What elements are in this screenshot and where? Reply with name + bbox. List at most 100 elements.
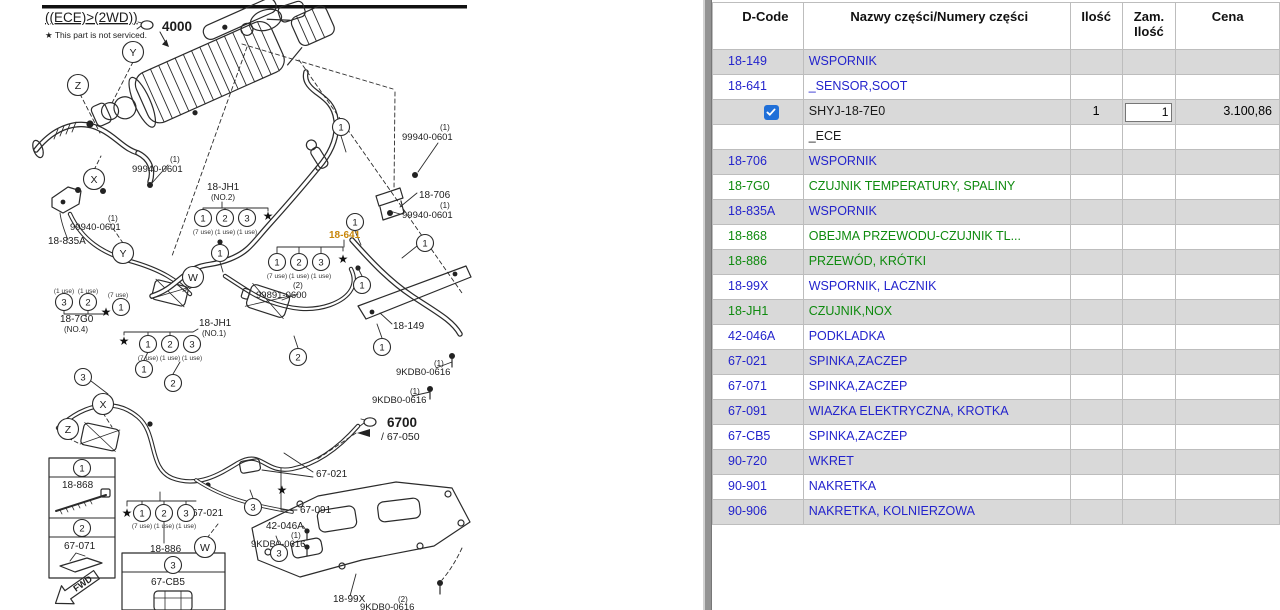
part-name-cell[interactable]: WIAZKA ELEKTRYCZNA, KROTKA — [804, 400, 1071, 425]
part-name-cell[interactable]: SPINKA,ZACZEP — [804, 425, 1071, 450]
diagram-part-label[interactable]: 18-868 — [62, 480, 94, 491]
number-callout: 3 — [250, 502, 255, 513]
part-name-cell[interactable]: WSPORNIK — [804, 50, 1071, 75]
dcode-link[interactable]: 18-886 — [728, 254, 767, 268]
part-name[interactable]: WIAZKA ELEKTRYCZNA, KROTKA — [809, 404, 1009, 418]
part-name-cell[interactable]: WSPORNIK, LACZNIK — [804, 275, 1071, 300]
number-callout: 2 — [167, 339, 172, 350]
part-name[interactable]: CZUJNIK TEMPERATURY, SPALINY — [809, 179, 1016, 193]
diagram-part-label[interactable]: 99940-0601 — [70, 222, 121, 233]
diagram-part-label[interactable]: 67-091 — [300, 505, 332, 516]
part-name-cell[interactable]: NAKRETKA, KOLNIERZOWA — [804, 500, 1071, 525]
part-name-cell[interactable]: PRZEWÓD, KRÓTKI — [804, 250, 1071, 275]
letter-callout: Y — [119, 248, 126, 260]
header-price: Cena — [1176, 3, 1280, 50]
order-qty-cell — [1123, 475, 1177, 500]
diagram-part-label[interactable]: 18-JH1 — [199, 318, 232, 329]
part-name-cell[interactable]: WSPORNIK — [804, 150, 1071, 175]
panel-divider[interactable] — [703, 0, 712, 610]
order-qty-cell — [1123, 250, 1177, 275]
diagram-note: (NO.1) — [202, 329, 226, 338]
diagram-part-label[interactable]: 18-JH1 — [207, 182, 240, 193]
diagram-part-label[interactable]: 99891-0600 — [256, 290, 307, 301]
dcode-link[interactable]: 18-149 — [728, 54, 767, 68]
part-name[interactable]: WSPORNIK — [809, 54, 877, 68]
dcode-link[interactable]: 18-706 — [728, 154, 767, 168]
dcode-link[interactable]: 90-720 — [728, 454, 767, 468]
part-name[interactable]: PODKLADKA — [809, 329, 885, 343]
diagram-artwork — [31, 0, 471, 610]
use-count-label: (1 use) — [160, 355, 180, 362]
diagram-part-label[interactable]: 99940-0601 — [132, 164, 183, 175]
dcode-link[interactable]: 67-CB5 — [728, 429, 770, 443]
diagram-part-label[interactable]: 9KDB0-0616 — [360, 602, 414, 610]
price-cell — [1176, 250, 1280, 275]
parts-table-body: 18-149WSPORNIK18-641_SENSOR,SOOTSHYJ-18-… — [713, 50, 1280, 525]
part-name[interactable]: SPINKA,ZACZEP — [809, 379, 908, 393]
dcode-link[interactable]: 90-901 — [728, 479, 767, 493]
dcode-cell: 90-901 — [713, 475, 804, 500]
order-qty-input[interactable] — [1125, 103, 1172, 122]
part-name-cell[interactable]: NAKRETKA — [804, 475, 1071, 500]
dcode-link[interactable]: 18-868 — [728, 229, 767, 243]
part-name-cell[interactable]: PODKLADKA — [804, 325, 1071, 350]
part-name[interactable]: PRZEWÓD, KRÓTKI — [809, 254, 926, 268]
diagram-part-label[interactable]: 67-071 — [64, 541, 96, 552]
part-name[interactable]: SPINKA,ZACZEP — [809, 429, 908, 443]
diagram-part-label[interactable]: 18-7G0 — [60, 314, 94, 325]
number-callout: 2 — [161, 508, 166, 519]
part-name[interactable]: OBEJMA PRZEWODU-CZUJNIK TL... — [809, 229, 1021, 243]
part-name-cell[interactable]: WSPORNIK — [804, 200, 1071, 225]
part-name-cell[interactable]: OBEJMA PRZEWODU-CZUJNIK TL... — [804, 225, 1071, 250]
part-name-cell[interactable]: SPINKA,ZACZEP — [804, 375, 1071, 400]
qty-value: 1 — [1093, 104, 1100, 118]
diagram-part-label[interactable]: 67-021 — [316, 469, 348, 480]
part-name[interactable]: CZUJNIK,NOX — [809, 304, 892, 318]
dcode-link[interactable]: 18-7G0 — [728, 179, 770, 193]
dcode-link[interactable]: 18-99X — [728, 279, 768, 293]
dcode-link[interactable]: 67-091 — [728, 404, 767, 418]
table-row: 18-886 PRZEWÓD, KRÓTKI — [713, 250, 1280, 275]
dcode-link[interactable]: 18-JH1 — [728, 304, 768, 318]
dcode-link[interactable]: 18-835A — [728, 204, 775, 218]
part-name-cell[interactable]: SPINKA,ZACZEP — [804, 350, 1071, 375]
part-name[interactable]: WSPORNIK, LACZNIK — [809, 279, 937, 293]
part-name-cell[interactable]: WKRET — [804, 450, 1071, 475]
part-name[interactable]: WKRET — [809, 454, 854, 468]
part-name[interactable]: NAKRETKA, KOLNIERZOWA — [809, 504, 975, 518]
part-name[interactable]: _SENSOR,SOOT — [809, 79, 908, 93]
price-cell — [1176, 75, 1280, 100]
part-name[interactable]: WSPORNIK — [809, 154, 877, 168]
part-name[interactable]: WSPORNIK — [809, 204, 877, 218]
dcode-link[interactable]: 18-641 — [728, 79, 767, 93]
dcode-link[interactable]: 67-071 — [728, 379, 767, 393]
diagram-part-label[interactable]: 18-886 — [150, 544, 182, 555]
part-name-cell[interactable]: _SENSOR,SOOT — [804, 75, 1071, 100]
diagram-part-label[interactable]: 99940-0601 — [402, 132, 453, 143]
part-checkbox[interactable] — [764, 105, 779, 120]
part-name-cell[interactable]: CZUJNIK TEMPERATURY, SPALINY — [804, 175, 1071, 200]
parts-table-panel: D-Code Nazwy części/Numery części Ilość … — [712, 2, 1280, 525]
part-name[interactable]: SPINKA,ZACZEP — [809, 354, 908, 368]
part-name-cell[interactable]: CZUJNIK,NOX — [804, 300, 1071, 325]
diagram-part-label[interactable]: 67-021 — [192, 508, 224, 519]
diagram-part-label[interactable]: 18-641 — [329, 230, 361, 241]
price-cell — [1176, 300, 1280, 325]
diagram-part-label[interactable]: 99940-0601 — [402, 210, 453, 221]
diagram-part-label[interactable]: 18-149 — [393, 321, 425, 332]
dcode-link[interactable]: 42-046A — [728, 329, 775, 343]
diagram-part-label[interactable]: 18-706 — [419, 190, 451, 201]
number-callout: 1 — [379, 342, 384, 353]
diagram-part-label[interactable]: 9KDB0-0616 — [372, 395, 426, 406]
part-name[interactable]: NAKRETKA — [809, 479, 876, 493]
dcode-link[interactable]: 67-021 — [728, 354, 767, 368]
dcode-cell: 18-835A — [713, 200, 804, 225]
qty-cell — [1071, 75, 1123, 100]
diagram-part-label[interactable]: 18-835A — [48, 236, 86, 247]
diagram-part-label[interactable]: 9KDB0-0616 — [396, 367, 450, 378]
diagram-part-label[interactable]: 67-CB5 — [151, 577, 185, 588]
table-row: 90-901 NAKRETKA — [713, 475, 1280, 500]
dcode-link[interactable]: 90-906 — [728, 504, 767, 518]
order-qty-cell — [1123, 350, 1177, 375]
number-callout: 3 — [318, 257, 323, 268]
